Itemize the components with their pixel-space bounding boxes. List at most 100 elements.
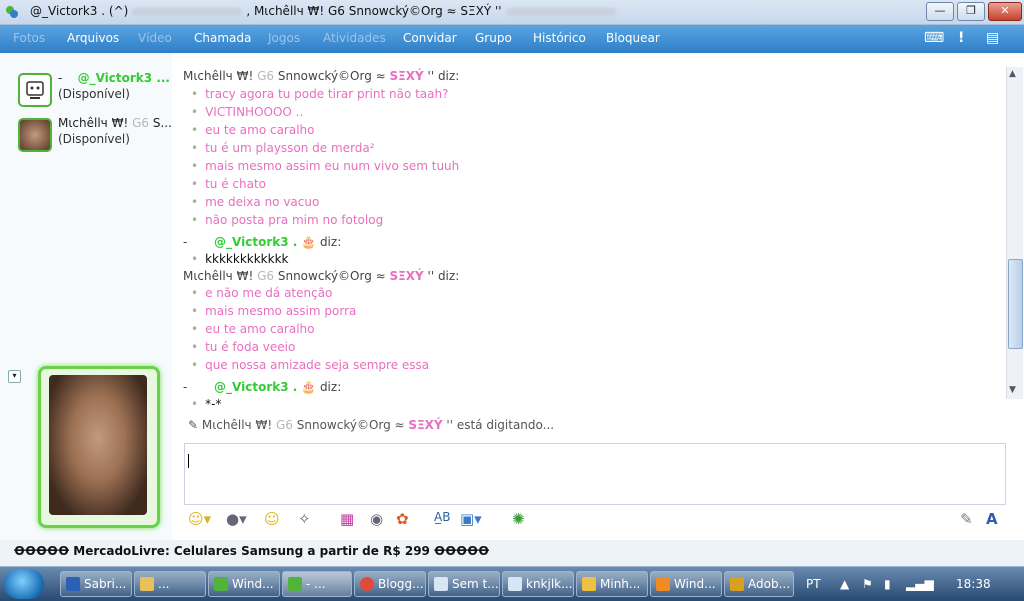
avatar xyxy=(49,375,147,515)
typing-indicator: ✎ Mιchêllч ₩! G6 Snnowcký©Org ≈ SΞXÝ '' … xyxy=(188,418,555,432)
messenger-icon xyxy=(288,577,302,591)
message-line: • que nossa amizade seja sempre essa xyxy=(191,358,430,372)
task-button[interactable]: ... xyxy=(134,571,206,597)
emoticon-icon[interactable]: ☺▾ xyxy=(188,510,211,528)
scrollbar[interactable]: ▲ ▼ xyxy=(1006,67,1023,399)
menu-bar: Fotos Arquivos Vídeo Chamada Jogos Ativi… xyxy=(0,25,1024,53)
message-line: • tu é foda veeio xyxy=(191,340,296,354)
taskbar: Sabri... ... Wind... - ... Blogg... Sem … xyxy=(0,566,1024,601)
contact-item[interactable]: Mιchêllч ₩! G6 S... (Disponível) xyxy=(16,116,176,152)
font-icon[interactable]: A̲B xyxy=(434,510,450,524)
sender-header: - @_Victork3 . 🎂 diz: xyxy=(183,235,342,249)
sender-header: Mιchêllч ₩! G6 Snnowcký©Org ≈ SΞXÝ '' di… xyxy=(183,69,460,83)
task-button[interactable]: Wind... xyxy=(208,571,280,597)
text-caret xyxy=(188,454,189,468)
task-button[interactable]: Blogg... xyxy=(354,571,426,597)
games-icon[interactable]: ⌨ xyxy=(924,30,944,46)
menu-atividades[interactable]: Atividades xyxy=(323,31,386,45)
clock[interactable]: 18:38 xyxy=(956,577,991,591)
menu-chamada[interactable]: Chamada xyxy=(194,31,251,45)
flag-icon[interactable]: ⚑ xyxy=(862,577,873,591)
restore-button[interactable]: ❐ xyxy=(957,2,985,21)
menu-bloquear[interactable]: Bloquear xyxy=(606,31,660,45)
word-icon xyxy=(66,577,80,591)
show-hidden-icon[interactable]: ▲ xyxy=(840,577,849,591)
system-tray: PT ▲ ⚑ ▮ ▂▄▆ 18:38 xyxy=(800,567,1024,601)
contact-status: (Disponível) xyxy=(58,87,130,101)
scroll-down-icon[interactable]: ▼ xyxy=(1009,385,1016,395)
message-line: • me deixa no vacuo xyxy=(191,195,320,209)
menu-historico[interactable]: Histórico xyxy=(533,31,586,45)
background-icon[interactable]: ▦ xyxy=(340,510,354,528)
notepad-icon xyxy=(508,577,522,591)
close-button[interactable]: ✕ xyxy=(988,2,1022,21)
message-line: • kkkkkkkkkkkk xyxy=(191,252,289,266)
menu-video[interactable]: Vídeo xyxy=(138,31,172,45)
blurred-email xyxy=(505,7,616,16)
minimize-button[interactable]: — xyxy=(926,2,954,21)
message-line: • eu te amo caralho xyxy=(191,322,315,336)
scroll-thumb[interactable] xyxy=(1008,259,1023,349)
message-line: • mais mesmo assim porra xyxy=(191,304,357,318)
options-icon[interactable]: ▤ xyxy=(986,30,999,46)
gift-icon[interactable]: ✿ xyxy=(396,510,409,528)
message-line: • tu é um playsson de merda² xyxy=(191,141,375,155)
task-button[interactable]: - ... xyxy=(282,571,352,597)
search-icon[interactable]: ✺ xyxy=(512,510,525,528)
cake-icon: 🎂 xyxy=(301,380,317,394)
title-bar: @_Victork3 . (^), Mιchêllч ₩! G6 Snnowck… xyxy=(0,0,1024,25)
message-line: • não posta pra mim no fotolog xyxy=(191,213,384,227)
messenger-icon[interactable] xyxy=(4,4,20,20)
wink-icon[interactable]: ●▾ xyxy=(226,510,247,528)
contact-name: Mιchêllч ₩! G6 S... xyxy=(58,116,172,130)
language-indicator[interactable]: PT xyxy=(806,577,821,591)
fireworks-icon xyxy=(730,577,744,591)
collapse-button[interactable]: ▾ xyxy=(8,370,21,383)
menu-arquivos[interactable]: Arquivos xyxy=(67,31,119,45)
sender-header: - @_Victork3 . 🎂 diz: xyxy=(183,380,342,394)
start-button[interactable] xyxy=(4,569,44,599)
ad-link[interactable]: ꝊꝊꝊꝊꝊ MercadoLivre: Celulares Samsung a … xyxy=(14,544,489,558)
nudge-icon[interactable]: ✧ xyxy=(298,510,311,528)
games-icon[interactable]: ◉ xyxy=(370,510,383,528)
task-button[interactable]: Adob... xyxy=(724,571,794,597)
message-line: • VICTINHOOOO .. xyxy=(191,105,304,119)
task-button[interactable]: Wind... xyxy=(650,571,722,597)
task-button[interactable]: Minh... xyxy=(576,571,648,597)
contact-panel: - @_Victork3 ... (Disponível) Mιchêllч ₩… xyxy=(0,53,172,540)
chrome-icon xyxy=(360,577,374,591)
msn-avatar-icon xyxy=(18,73,52,107)
message-line: • tu é chato xyxy=(191,177,267,191)
contact-status: (Disponível) xyxy=(58,132,130,146)
contact-item[interactable]: - @_Victork3 ... (Disponível) xyxy=(16,71,176,107)
blurred-email xyxy=(132,7,243,16)
handwrite-icon[interactable]: ✎ xyxy=(960,510,973,528)
media-player-icon xyxy=(656,577,670,591)
typing-icon: ✎ xyxy=(188,418,199,432)
window-title: @_Victork3 . (^), Mιchêllч ₩! G6 Snnowck… xyxy=(30,4,620,18)
task-button[interactable]: knkjlk... xyxy=(502,571,574,597)
conversation-window: - @_Victork3 ... (Disponível) Mιchêllч ₩… xyxy=(0,53,1024,540)
menu-jogos[interactable]: Jogos xyxy=(268,31,300,45)
folder-icon xyxy=(582,577,596,591)
cake-icon: 🎂 xyxy=(301,235,317,249)
menu-fotos[interactable]: Fotos xyxy=(13,31,45,45)
network-icon[interactable]: ▂▄▆ xyxy=(906,577,934,591)
menu-grupo[interactable]: Grupo xyxy=(475,31,512,45)
voice-clip-icon[interactable]: ☺ xyxy=(264,510,280,528)
message-input[interactable] xyxy=(184,443,1006,505)
display-picture[interactable] xyxy=(38,366,160,528)
power-icon[interactable]: ▮ xyxy=(884,577,891,591)
notepad-icon xyxy=(434,577,448,591)
task-button[interactable]: Sem t... xyxy=(428,571,500,597)
menu-convidar[interactable]: Convidar xyxy=(403,31,457,45)
ad-bar: ꝊꝊꝊꝊꝊ MercadoLivre: Celulares Samsung a … xyxy=(0,540,1024,566)
contact-name: - @_Victork3 ... xyxy=(58,71,170,85)
text-format-icon[interactable]: A xyxy=(986,510,998,528)
input-toolbar: ☺▾ ●▾ ☺ ✧ ▦ ◉ ✿ A̲B ▣▾ ✺ ✎ A xyxy=(184,508,1004,534)
scroll-up-icon[interactable]: ▲ xyxy=(1009,69,1016,79)
alert-icon[interactable]: ! xyxy=(958,30,964,46)
image-icon[interactable]: ▣▾ xyxy=(460,510,482,528)
message-line: • mais mesmo assim eu num vivo sem tuuh xyxy=(191,159,460,173)
task-button[interactable]: Sabri... xyxy=(60,571,132,597)
